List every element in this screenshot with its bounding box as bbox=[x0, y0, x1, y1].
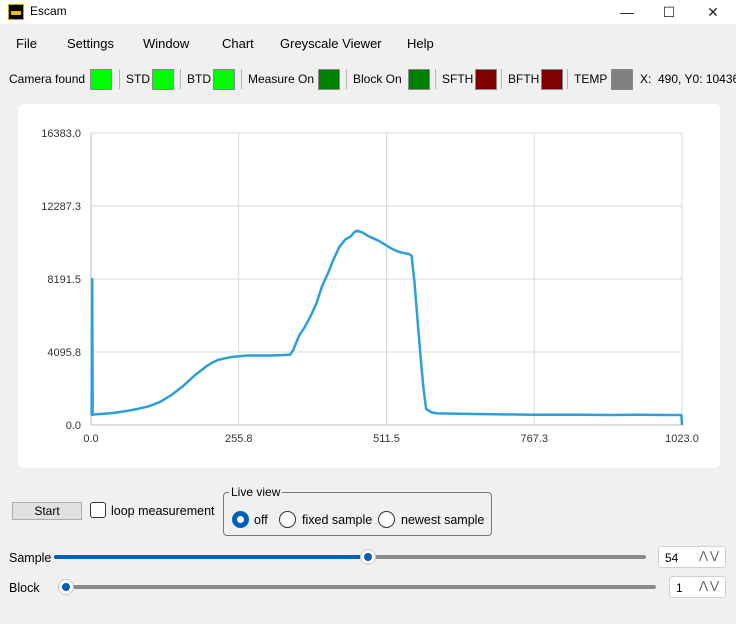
menu-window[interactable]: Window bbox=[143, 36, 189, 51]
status-separator bbox=[567, 69, 568, 89]
status-bar: Camera found STD BTD Measure On Block On… bbox=[0, 66, 736, 92]
sfth-indicator bbox=[475, 69, 497, 90]
spectrum-chart[interactable]: 16383.0 12287.3 8191.5 4095.8 0.00.0 255.8 511… bbox=[18, 104, 720, 468]
live-view-fixed-sample-radio[interactable] bbox=[279, 511, 296, 528]
menu-greyscale-viewer[interactable]: Greyscale Viewer bbox=[280, 36, 382, 51]
menu-help[interactable]: Help bbox=[407, 36, 434, 51]
status-separator bbox=[435, 69, 436, 89]
loop-measurement-label: loop measurement bbox=[111, 504, 215, 518]
spin-up-down-icon[interactable]: ⋀⋁ bbox=[699, 549, 721, 562]
y-tick-label: 12287.3 bbox=[41, 201, 81, 213]
x-tick-label: 255.8 bbox=[225, 433, 253, 445]
block-value: 1 bbox=[676, 581, 683, 595]
x-tick-label: 1023.0 bbox=[665, 433, 699, 445]
std-label: STD bbox=[126, 72, 150, 86]
menu-bar: File Settings Window Chart Greyscale Vie… bbox=[0, 30, 736, 56]
bfth-indicator bbox=[541, 69, 563, 90]
escam-app-icon bbox=[8, 4, 24, 20]
sample-label: Sample bbox=[9, 551, 52, 565]
y-tick-label: 8191.5 bbox=[47, 274, 81, 286]
sample-value: 54 bbox=[665, 551, 679, 565]
live-view-newest-sample-label: newest sample bbox=[401, 513, 485, 527]
y-tick-label: 4095.8 bbox=[47, 347, 81, 359]
y-tick-label: 16383.0 bbox=[41, 128, 81, 140]
spin-up-down-icon[interactable]: ⋀⋁ bbox=[699, 579, 721, 592]
live-view-off-radio[interactable] bbox=[232, 511, 249, 528]
close-icon[interactable]: ✕ bbox=[690, 0, 736, 24]
x-tick-label: 0.0 bbox=[83, 433, 98, 445]
status-separator bbox=[346, 69, 347, 89]
x-tick-label: 767.3 bbox=[520, 433, 548, 445]
block-spinbox[interactable]: 1 ⋀⋁ bbox=[669, 576, 726, 598]
sample-slider-fill bbox=[54, 555, 368, 559]
btd-indicator bbox=[213, 69, 235, 90]
x-tick-label: 511.5 bbox=[373, 433, 400, 445]
std-indicator bbox=[152, 69, 174, 90]
start-button[interactable]: Start bbox=[12, 502, 82, 520]
menu-file[interactable]: File bbox=[16, 36, 37, 51]
cursor-coordinates: X: 490, Y0: 10436 bbox=[640, 72, 736, 86]
minimize-icon[interactable]: — bbox=[604, 0, 650, 24]
measure-on-indicator bbox=[318, 69, 340, 90]
chart-panel: 16383.0 12287.3 8191.5 4095.8 0.0 0.0 255.8 511… bbox=[18, 104, 720, 468]
camera-found-indicator bbox=[90, 69, 112, 90]
temp-indicator bbox=[611, 69, 633, 90]
live-view-off-label: off bbox=[254, 513, 268, 527]
temp-label: TEMP bbox=[574, 72, 608, 86]
sample-spinbox[interactable]: 54 ⋀⋁ bbox=[658, 546, 726, 568]
status-separator bbox=[180, 69, 181, 89]
status-separator bbox=[501, 69, 502, 89]
controls-panel: Start loop measurement Live view off fix… bbox=[0, 485, 736, 624]
menu-chart[interactable]: Chart bbox=[222, 36, 254, 51]
block-on-indicator bbox=[408, 69, 430, 90]
status-separator bbox=[119, 69, 120, 89]
live-view-fixed-sample-label: fixed sample bbox=[302, 513, 373, 527]
block-slider-track[interactable] bbox=[66, 585, 656, 589]
bfth-label: BFTH bbox=[508, 72, 540, 86]
camera-found-label: Camera found bbox=[9, 72, 86, 86]
title-bar: Escam — ☐ ✕ bbox=[0, 0, 736, 24]
status-separator bbox=[241, 69, 242, 89]
live-view-title: Live view bbox=[229, 485, 283, 499]
window-title: Escam bbox=[30, 4, 67, 18]
maximize-icon[interactable]: ☐ bbox=[646, 0, 692, 24]
btd-label: BTD bbox=[187, 72, 211, 86]
sfth-label: SFTH bbox=[442, 72, 474, 86]
block-label: Block bbox=[9, 581, 40, 595]
block-slider-thumb[interactable] bbox=[58, 579, 74, 595]
live-view-newest-sample-radio[interactable] bbox=[378, 511, 395, 528]
menu-settings[interactable]: Settings bbox=[67, 36, 114, 51]
block-on-label: Block On bbox=[353, 72, 402, 86]
loop-measurement-checkbox[interactable] bbox=[90, 502, 106, 518]
y-tick-label: 0.0 bbox=[66, 420, 81, 432]
sample-slider-thumb[interactable] bbox=[359, 549, 376, 565]
measure-on-label: Measure On bbox=[248, 72, 315, 86]
